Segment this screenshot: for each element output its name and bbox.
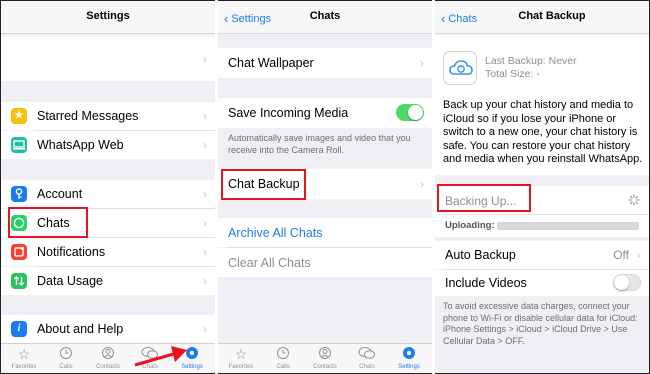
total-size-label: Total Size: -	[485, 68, 540, 80]
chevron-right-icon: ›	[203, 187, 207, 201]
archive-all-chats-button[interactable]: Archive All Chats	[218, 218, 432, 247]
auto-backup-value: Off	[613, 248, 629, 262]
backup-description: Back up your chat history and media to i…	[443, 99, 643, 165]
page-title: Chat Backup	[518, 10, 586, 22]
clock-icon	[262, 346, 304, 362]
settings-screen: Settings › ★ Starred Messages › WhatsApp…	[1, 1, 215, 373]
key-icon	[11, 186, 27, 202]
chevron-left-icon: ‹	[441, 11, 446, 26]
tab-calls[interactable]: Calls	[45, 346, 87, 370]
profile-row[interactable]: ›	[1, 36, 215, 81]
chevron-right-icon: ›	[203, 138, 207, 152]
gear-icon	[388, 346, 430, 362]
chats-settings-screen: ‹ Settings Chats Chat Wallpaper › Save In…	[218, 1, 432, 373]
star-outline-icon: ☆	[234, 346, 248, 362]
settings-item-about-and-help[interactable]: i About and Help ›	[1, 315, 215, 343]
spinner-icon	[628, 194, 640, 206]
chevron-right-icon: ›	[203, 274, 207, 288]
icloud-icon	[443, 51, 477, 85]
settings-item-notifications[interactable]: Notifications ›	[1, 238, 215, 266]
chat-wallpaper-row[interactable]: Chat Wallpaper ›	[218, 48, 432, 78]
upload-progress-redacted	[497, 222, 639, 230]
include-videos-row: Include Videos	[435, 270, 649, 296]
tab-contacts[interactable]: Contacts	[304, 346, 346, 370]
include-videos-toggle[interactable]	[613, 274, 641, 291]
chevron-right-icon: ›	[420, 177, 424, 191]
info-icon: i	[11, 321, 27, 337]
chat-bubbles-icon	[346, 346, 388, 362]
data-charges-note: To avoid excessive data charges, connect…	[443, 301, 638, 346]
navigation-bar: ‹ Settings Chats	[218, 1, 432, 34]
chat-backup-screen: ‹ Chats Chat Backup Last Backup: Never To…	[435, 1, 649, 373]
chevron-right-icon: ›	[203, 322, 207, 336]
red-arrow-icon	[134, 346, 187, 367]
clock-icon	[45, 346, 87, 362]
chevron-right-icon: ›	[203, 52, 207, 66]
contacts-icon	[87, 346, 129, 362]
notification-icon	[11, 244, 27, 260]
chevron-right-icon: ›	[637, 248, 641, 262]
tab-chats[interactable]: Chats	[346, 346, 388, 370]
settings-item-starred-messages[interactable]: ★ Starred Messages ›	[1, 102, 215, 130]
data-usage-icon	[11, 273, 27, 289]
star-icon: ★	[11, 108, 27, 124]
laptop-icon	[11, 137, 27, 153]
chevron-right-icon: ›	[420, 56, 424, 70]
settings-item-account[interactable]: Account ›	[1, 180, 215, 208]
last-backup-label: Last Backup: Never	[485, 55, 577, 67]
tab-calls[interactable]: Calls	[262, 346, 304, 370]
save-media-note: Automatically save images and video that…	[228, 133, 411, 155]
chevron-right-icon: ›	[203, 245, 207, 259]
chevron-right-icon: ›	[203, 216, 207, 230]
tab-favorites[interactable]: ☆ Favorites	[3, 346, 45, 370]
settings-item-whatsapp-web[interactable]: WhatsApp Web ›	[1, 131, 215, 159]
save-media-toggle[interactable]	[396, 104, 424, 121]
navigation-bar: Settings	[1, 1, 215, 34]
navigation-bar: ‹ Chats Chat Backup	[435, 1, 649, 34]
clear-all-chats-button[interactable]: Clear All Chats	[218, 248, 432, 277]
star-outline-icon: ☆	[17, 346, 31, 362]
settings-item-data-usage[interactable]: Data Usage ›	[1, 267, 215, 295]
page-title: Chats	[309, 10, 341, 22]
uploading-row: Uploading:	[435, 215, 649, 237]
save-incoming-media-row: Save Incoming Media	[218, 98, 432, 128]
page-title: Settings	[86, 10, 130, 22]
tab-contacts[interactable]: Contacts	[87, 346, 129, 370]
contacts-icon	[304, 346, 346, 362]
auto-backup-row[interactable]: Auto Backup Off ›	[435, 241, 649, 269]
tab-settings[interactable]: Settings	[388, 346, 430, 370]
highlight-box	[437, 184, 531, 212]
tab-bar: ☆ Favorites Calls Contacts Chats Setting…	[218, 343, 432, 373]
tab-favorites[interactable]: ☆ Favorites	[220, 346, 262, 370]
backup-info-panel: Last Backup: Never Total Size: - Back up…	[435, 35, 649, 175]
highlight-box	[221, 169, 306, 200]
highlight-box	[8, 207, 88, 238]
chevron-right-icon: ›	[203, 109, 207, 123]
